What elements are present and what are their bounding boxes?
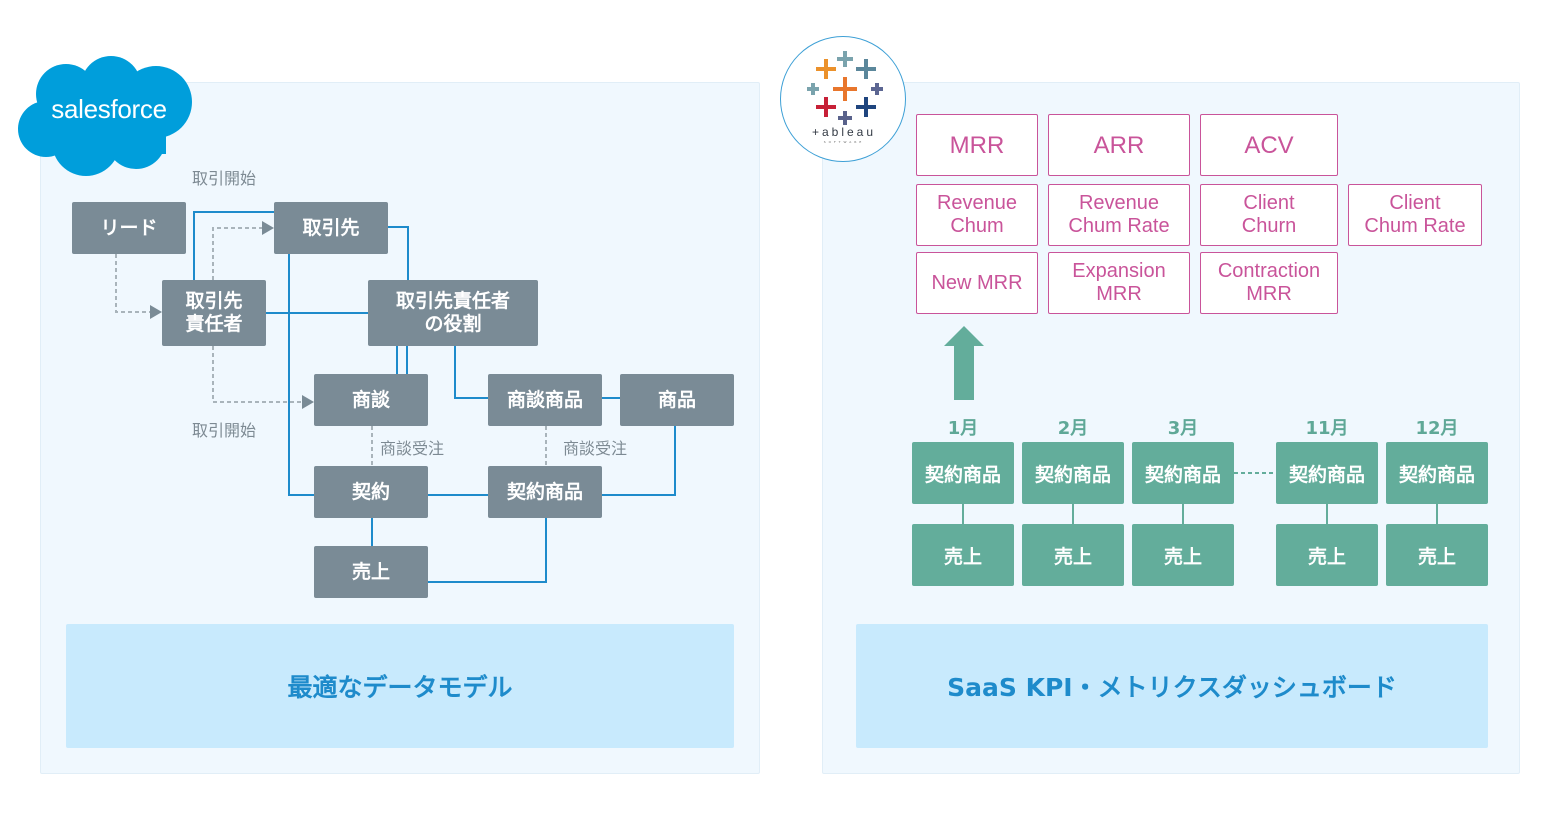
note-opp-won-1: 商談受注 [380,439,445,458]
node-lead: リード [72,202,186,254]
arrow-to-contact [150,305,162,319]
node-contract-product: 契約商品 [488,466,602,518]
footer-saas-dashboard-label: SaaS KPI・メトリクスダッシュボード [947,673,1397,702]
line-contactrole-oppproduct [454,346,488,399]
footer-data-model-label: 最適なデータモデル [287,673,513,702]
kpi-revenue-churn-rate: Revenue Chum Rate [1048,184,1190,246]
node-account: 取引先 [274,202,388,254]
month-3-contract-product: 契約商品 [1132,442,1234,504]
tableau-wordmark: +ableau [811,125,877,139]
salesforce-wordmark: salesforce [51,94,167,124]
node-sales: 売上 [314,546,428,598]
month-12-sales: 売上 [1386,524,1488,586]
tableau-crosses-icon [807,51,883,125]
node-opportunity-product: 商談商品 [488,374,602,426]
up-arrow-icon [944,326,984,400]
kpi-arr: ARR [1048,114,1190,176]
month-label-3: 3月 [1167,418,1199,439]
node-opportunity: 商談 [314,374,428,426]
salesforce-logo: salesforce [16,54,196,180]
month-1-contract-product: 契約商品 [912,442,1014,504]
footer-data-model: 最適なデータモデル [66,624,734,748]
month-label-12: 12月 [1415,418,1459,439]
line-account-contactrole [388,226,409,280]
kpi-mrr: MRR [916,114,1038,176]
node-contract: 契約 [314,466,428,518]
month-2-sales: 売上 [1022,524,1124,586]
month-2-contract-product: 契約商品 [1022,442,1124,504]
tableau-logo: +ableau SOFTWARE [780,36,906,162]
note-opp-won-2: 商談受注 [563,439,628,458]
month-1-sales: 売上 [912,524,1014,586]
month-3-sales: 売上 [1132,524,1234,586]
node-contact: 取引先 責任者 [162,280,266,346]
kpi-client-churn: Client Churn [1200,184,1338,246]
node-contact-role: 取引先責任者 の役割 [368,280,538,346]
month-label-11: 11月 [1305,418,1349,439]
month-11-sales: 売上 [1276,524,1378,586]
kpi-new-mrr: New MRR [916,252,1038,314]
kpi-acv: ACV [1200,114,1338,176]
node-product: 商品 [620,374,734,426]
kpi-contraction-mrr: Contraction MRR [1200,252,1338,314]
kpi-client-churn-rate: Client Chum Rate [1348,184,1482,246]
month-11-contract-product: 契約商品 [1276,442,1378,504]
note-deal-start-bottom: 取引開始 [192,421,257,440]
kpi-expansion-mrr: Expansion MRR [1048,252,1190,314]
kpi-revenue-churn: Revenue Chum [916,184,1038,246]
month-label-1: 1月 [947,418,979,439]
arrow-to-account [262,221,274,235]
dash-contact-account [212,227,262,280]
line-contractproduct-sales [428,518,547,583]
footer-saas-dashboard: SaaS KPI・メトリクスダッシュボード [856,624,1488,748]
tableau-subtext: SOFTWARE [823,140,865,144]
dash-lead-contact [115,254,150,313]
line-account-contract [288,253,314,496]
month-label-2: 2月 [1057,418,1089,439]
month-12-contract-product: 契約商品 [1386,442,1488,504]
note-deal-start-top: 取引開始 [192,169,257,188]
arrow-to-opp [302,395,314,409]
